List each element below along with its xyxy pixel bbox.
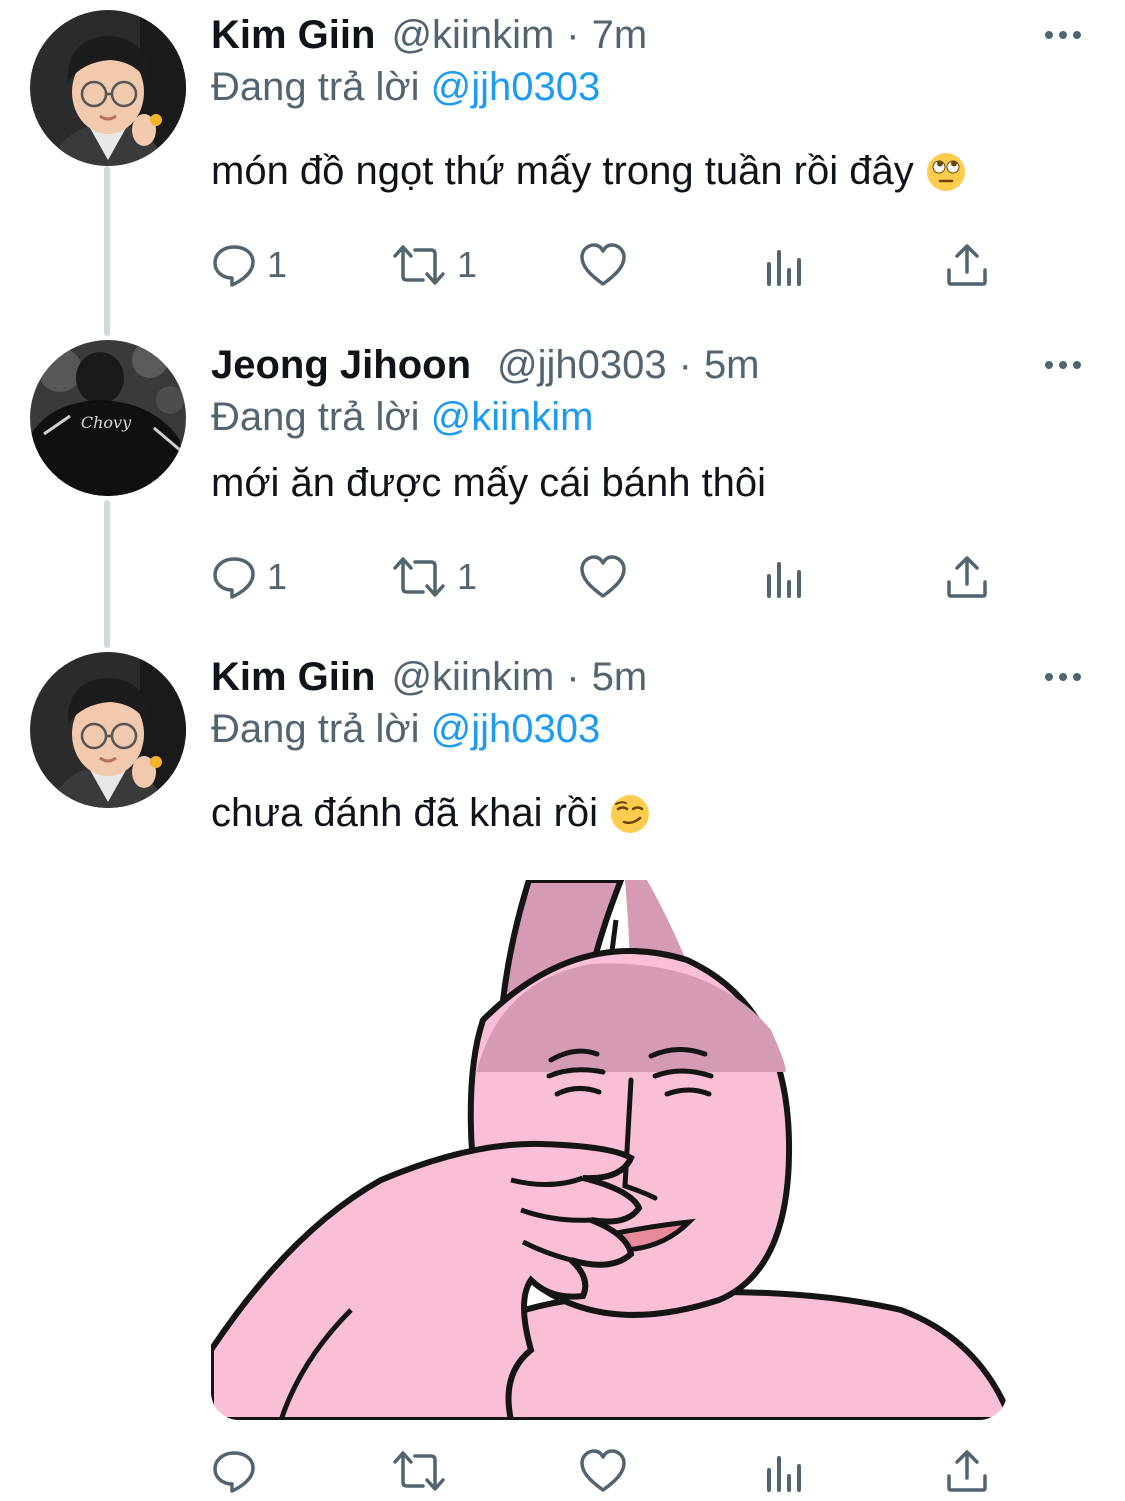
retweet-button[interactable]: 1 (391, 240, 477, 290)
analytics-button[interactable] (765, 1446, 805, 1496)
tweet-text-body: chưa đánh đã khai rồi (211, 791, 599, 835)
face-with-rolling-eyes-icon (926, 152, 966, 206)
share-icon (945, 1448, 989, 1494)
display-name[interactable]: Jeong Jihoon (211, 343, 471, 388)
tweet-2-actions: 1 1 (211, 552, 1011, 602)
like-button[interactable] (579, 240, 637, 290)
user-handle[interactable]: @kiinkim (391, 655, 554, 700)
like-icon (579, 554, 627, 600)
retweet-count: 1 (457, 244, 478, 285)
timestamp[interactable]: 5m (592, 655, 648, 700)
reply-count: 1 (267, 244, 288, 285)
replying-to: Đang trả lời @jjh0303 (211, 60, 1085, 114)
retweet-count: 1 (457, 556, 478, 597)
avatar[interactable]: Chovy (30, 340, 186, 496)
replying-label: Đang trả lời (211, 65, 420, 109)
replying-to: Đang trả lời @jjh0303 (211, 702, 1085, 756)
share-icon (945, 554, 989, 600)
tweet-text-body: món đồ ngọt thứ mấy trong tuần rồi đây (211, 149, 914, 193)
tweet-media-image[interactable] (211, 880, 1007, 1420)
retweet-button[interactable]: 1 (391, 552, 477, 602)
tweet-text: món đồ ngọt thứ mấy trong tuần rồi đây (211, 144, 1085, 206)
like-icon (579, 1448, 627, 1494)
share-button[interactable] (945, 240, 989, 290)
like-button[interactable] (579, 552, 637, 602)
share-icon (945, 242, 989, 288)
separator-dot: · (566, 654, 580, 699)
user-handle[interactable]: @kiinkim (391, 13, 554, 58)
tweet-text: mới ăn được mấy cái bánh thôi (211, 461, 767, 505)
replying-label: Đang trả lời (211, 707, 420, 751)
timestamp[interactable]: 7m (592, 13, 648, 58)
analytics-icon (765, 554, 805, 600)
retweet-icon (391, 554, 447, 600)
retweet-icon (391, 242, 447, 288)
share-button[interactable] (945, 552, 989, 602)
avatar[interactable] (30, 652, 186, 808)
separator-dot: · (566, 12, 580, 57)
avatar-jersey-text: Chovy (81, 413, 132, 432)
tweet-text: chưa đánh đã khai rồi (211, 786, 1085, 848)
retweet-icon (391, 1448, 447, 1494)
mention-link[interactable]: @jjh0303 (431, 65, 601, 109)
like-button[interactable] (579, 1446, 637, 1496)
analytics-icon (765, 242, 805, 288)
analytics-button[interactable] (765, 240, 805, 290)
reply-button[interactable]: 1 (211, 240, 287, 290)
reply-count: 1 (267, 556, 288, 597)
analytics-button[interactable] (765, 552, 805, 602)
pink-bunny-sticker (211, 880, 1007, 1420)
replying-to: Đang trả lời @kiinkim (211, 390, 1085, 444)
reply-icon (211, 1448, 257, 1494)
reply-icon (211, 242, 257, 288)
mention-link[interactable]: @kiinkim (431, 395, 594, 439)
replying-label: Đang trả lời (211, 395, 420, 439)
reply-button[interactable] (211, 1446, 267, 1496)
reply-icon (211, 554, 257, 600)
smirking-face-icon (610, 794, 650, 848)
like-icon (579, 242, 627, 288)
tweet-3-actions (211, 1446, 1011, 1496)
mention-link[interactable]: @jjh0303 (431, 707, 601, 751)
more-icon[interactable] (1041, 348, 1085, 382)
share-button[interactable] (945, 1446, 989, 1496)
avatar[interactable] (30, 10, 186, 166)
reply-button[interactable]: 1 (211, 552, 287, 602)
display-name[interactable]: Kim Giin (211, 13, 375, 58)
separator-dot: · (678, 342, 692, 387)
user-handle[interactable]: @jjh0303 (497, 343, 667, 388)
more-icon[interactable] (1041, 660, 1085, 694)
tweet-1-actions: 1 1 (211, 240, 1011, 290)
analytics-icon (765, 1448, 805, 1494)
more-icon[interactable] (1041, 18, 1085, 52)
retweet-button[interactable] (391, 1446, 457, 1496)
tweet-3[interactable]: Kim Giin @kiinkim · 5m Đang trả lời @jjh… (0, 652, 1125, 852)
timestamp[interactable]: 5m (704, 343, 760, 388)
display-name[interactable]: Kim Giin (211, 655, 375, 700)
